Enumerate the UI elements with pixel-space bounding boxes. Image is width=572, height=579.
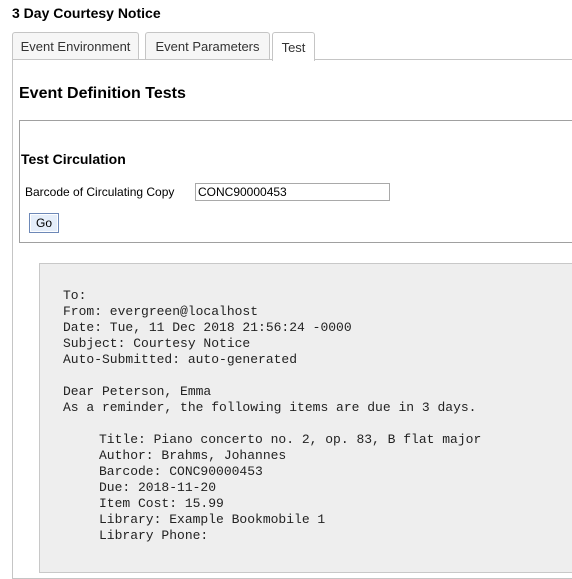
item-line: Library Phone: (99, 528, 209, 543)
go-button[interactable]: Go (29, 213, 59, 233)
item-line: Title: Piano concerto no. 2, op. 83, B f… (99, 432, 482, 447)
test-circulation-title: Test Circulation (21, 151, 126, 167)
output-line: Date: Tue, 11 Dec 2018 21:56:24 -0000 (63, 320, 352, 335)
tab-bar: Event Environment Event Parameters Test (12, 32, 572, 61)
output-intro: As a reminder, the following items are d… (63, 400, 477, 415)
tab-test[interactable]: Test (272, 32, 315, 61)
test-output-text: To: From: evergreen@localhost Date: Tue, 1… (63, 288, 481, 544)
tab-event-environment[interactable]: Event Environment (12, 32, 139, 60)
output-line: Subject: Courtesy Notice (63, 336, 251, 351)
item-line: Library: Example Bookmobile 1 (99, 512, 326, 527)
tab-event-parameters[interactable]: Event Parameters (145, 32, 270, 60)
barcode-label: Barcode of Circulating Copy (25, 185, 175, 199)
test-output-box: To: From: evergreen@localhost Date: Tue, 1… (39, 263, 572, 573)
page-title: 3 Day Courtesy Notice (12, 5, 161, 21)
item-line: Author: Brahms, Johannes (99, 448, 287, 463)
test-circulation-box (19, 120, 572, 243)
item-line: Due: 2018-11-20 (99, 480, 217, 495)
item-line: Item Cost: 15.99 (99, 496, 224, 511)
section-title: Event Definition Tests (19, 85, 186, 102)
output-greeting: Dear Peterson, Emma (63, 384, 212, 399)
item-line: Barcode: CONC90000453 (99, 464, 263, 479)
output-line: Auto-Submitted: auto-generated (63, 352, 298, 367)
output-line: To: (63, 288, 87, 303)
output-line: From: evergreen@localhost (63, 304, 259, 319)
barcode-input[interactable] (195, 183, 390, 201)
